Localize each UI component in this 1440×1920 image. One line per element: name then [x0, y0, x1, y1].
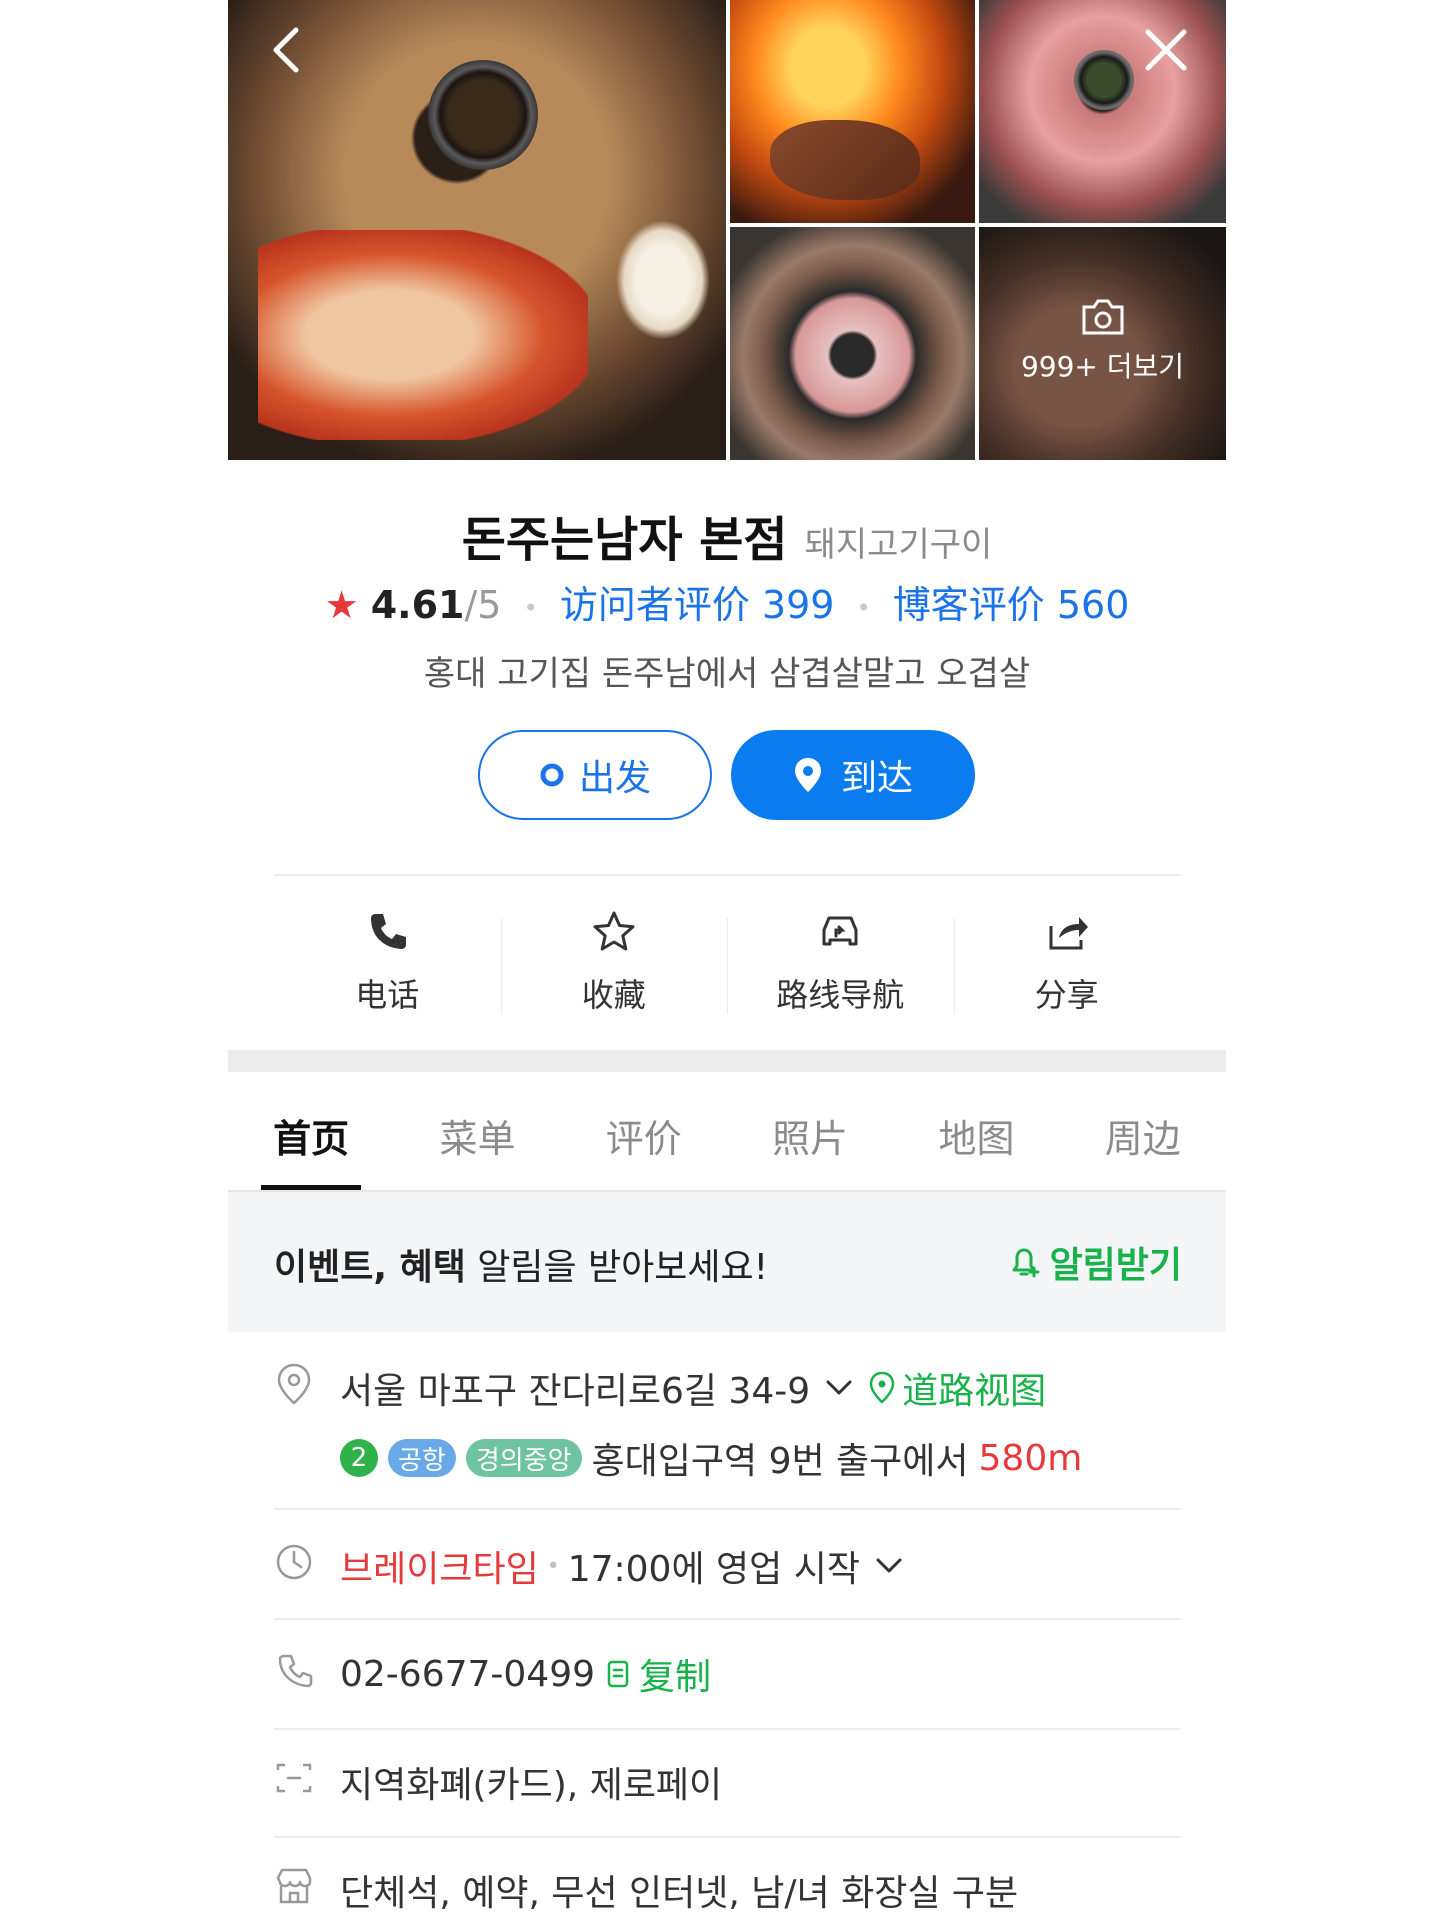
- subway-info: 2 공항 경의중앙 홍대입구역 9번 출구에서 580m: [340, 1432, 1180, 1484]
- share-label: 分享: [1034, 976, 1099, 1014]
- car-navigation-icon: [822, 916, 858, 946]
- subscribe-alert-button[interactable]: 알림받기: [1004, 1236, 1182, 1288]
- tab-reviews[interactable]: 评价: [584, 1072, 704, 1190]
- phone-row: 02-6677-0499 复制: [274, 1648, 1180, 1698]
- tab-bar: 首页 菜单 评价 照片 地图 周边: [228, 1072, 1226, 1192]
- divider: [274, 1508, 1180, 1510]
- location-pin-icon: [277, 1363, 311, 1405]
- phone-outline-icon: [278, 1654, 313, 1688]
- card-scan-icon: [276, 1763, 312, 1793]
- divider: [274, 874, 1180, 876]
- more-photos-label: 999+ 더보기: [1020, 350, 1185, 383]
- airport-line-badge: 공항: [388, 1439, 456, 1477]
- divider: [274, 1836, 1180, 1838]
- save-label: 收藏: [581, 976, 646, 1014]
- call-button[interactable]: 电话: [274, 900, 501, 1020]
- street-view-label: 道路视图: [902, 1371, 1047, 1412]
- hours-text: 17:00에 영업 시작: [567, 1549, 860, 1590]
- subway-line-badge: 2: [340, 1439, 378, 1477]
- place-description: 홍대 고기집 돈주남에서 삼겹살말고 오겹살: [423, 654, 1031, 694]
- action-bar: 电话 收藏 路线导航 分享: [274, 900, 1180, 1020]
- origin-dot-icon: [540, 763, 564, 787]
- camera-icon: [1082, 299, 1123, 335]
- rating-row: ★ 4.61/5 • 访问者评价 399 • 博客评价 560: [228, 574, 1226, 629]
- clock-icon: [276, 1544, 312, 1580]
- copy-button[interactable]: 复制: [605, 1648, 711, 1700]
- separator-dot: •: [546, 1553, 560, 1579]
- notice-bold: 이벤트, 혜택: [274, 1247, 466, 1288]
- tab-menu[interactable]: 菜单: [417, 1072, 537, 1190]
- photo-grill-pan[interactable]: [730, 227, 975, 460]
- tab-map[interactable]: 地图: [916, 1072, 1036, 1190]
- navigation-label: 路线导航: [776, 976, 905, 1014]
- payment-row: 지역화폐(카드), 제로페이: [274, 1756, 1180, 1806]
- subway-distance: 580m: [978, 1437, 1083, 1479]
- arrive-button[interactable]: 到达: [731, 730, 975, 820]
- divider: [274, 1618, 1180, 1620]
- call-label: 电话: [355, 976, 420, 1014]
- address-text[interactable]: 서울 마포구 잔다리로6길 34-9: [340, 1362, 810, 1414]
- section-gap: [228, 1050, 1226, 1072]
- separator-dot: •: [856, 593, 871, 622]
- star-icon: [593, 911, 635, 951]
- hours-row[interactable]: 브레이크타임 • 17:00에 영업 시작: [274, 1540, 1180, 1590]
- subscribe-alert-label: 알림받기: [1049, 1245, 1182, 1286]
- navigation-button[interactable]: 路线导航: [727, 900, 954, 1020]
- save-button[interactable]: 收藏: [500, 900, 728, 1020]
- chevron-left-icon: [273, 27, 299, 73]
- share-icon: [1049, 917, 1088, 950]
- chevron-down-icon[interactable]: [872, 1554, 906, 1578]
- tab-photos[interactable]: 照片: [750, 1072, 870, 1190]
- payment-text: 지역화폐(카드), 제로페이: [340, 1765, 723, 1806]
- depart-button[interactable]: 出发: [478, 730, 712, 820]
- place-category: 돼지고기구이: [804, 525, 993, 565]
- notification-banner: 이벤트, 혜택 알림을 받아보세요! 알림받기: [228, 1192, 1226, 1332]
- depart-label: 出发: [578, 758, 651, 799]
- rating-value: 4.61: [370, 583, 465, 627]
- bell-plus-icon: [1012, 1248, 1040, 1278]
- copy-icon: [607, 1660, 629, 1688]
- back-button[interactable]: [258, 20, 318, 80]
- photo-gallery: 999+ 더보기: [228, 0, 1226, 460]
- star-icon: ★: [324, 583, 359, 627]
- tab-home[interactable]: 首页: [251, 1072, 371, 1190]
- close-icon: [1145, 29, 1187, 71]
- notice-text: 이벤트, 혜택 알림을 받아보세요!: [274, 1238, 768, 1290]
- hours-status: 브레이크타임: [340, 1549, 539, 1590]
- photo-grill-fire[interactable]: [730, 0, 975, 223]
- address-row: 서울 마포구 잔다리로6길 34-9 道路视图 2 공항 경의중앙 홍대입구역 …: [274, 1362, 1180, 1482]
- notice-body: 알림을 받아보세요!: [465, 1247, 769, 1288]
- rating-max: /5: [464, 583, 502, 627]
- phone-number[interactable]: 02-6677-0499: [340, 1654, 595, 1695]
- arrive-label: 到达: [840, 758, 913, 799]
- place-name: 돈주는남자 본점: [461, 512, 788, 568]
- copy-label: 复制: [639, 1657, 712, 1698]
- store-icon: [276, 1868, 312, 1904]
- map-pin-icon: [794, 758, 821, 792]
- gyeongui-line-badge: 경의중앙: [465, 1439, 582, 1477]
- map-pin-outline-icon: [869, 1371, 895, 1404]
- more-photos-button[interactable]: 999+ 더보기: [979, 227, 1226, 460]
- facilities-row: 단체석, 예약, 무선 인터넷, 남/녀 화장실 구분: [274, 1864, 1180, 1914]
- divider: [274, 1728, 1180, 1730]
- chevron-down-icon[interactable]: [824, 1376, 854, 1400]
- visitor-reviews-link[interactable]: 访问者评价 399: [560, 583, 835, 627]
- street-view-link[interactable]: 道路视图: [868, 1362, 1046, 1414]
- close-button[interactable]: [1136, 20, 1196, 80]
- share-button[interactable]: 分享: [953, 900, 1181, 1020]
- phone-icon: [371, 914, 407, 949]
- tab-nearby[interactable]: 周边: [1083, 1072, 1203, 1190]
- title-row: 돈주는남자 본점 돼지고기구이: [228, 500, 1226, 570]
- facilities-text: 단체석, 예약, 무선 인터넷, 남/녀 화장실 구분: [340, 1873, 1019, 1914]
- blog-reviews-link[interactable]: 博客评价 560: [893, 583, 1130, 627]
- subway-exit-text: 홍대입구역 9번 출구에서: [591, 1441, 969, 1482]
- separator-dot: •: [523, 593, 538, 622]
- place-detail-page: 999+ 더보기 돈주는남자 본점 돼지고기구이 ★ 4.61/5 • 访问者评…: [228, 0, 1226, 1920]
